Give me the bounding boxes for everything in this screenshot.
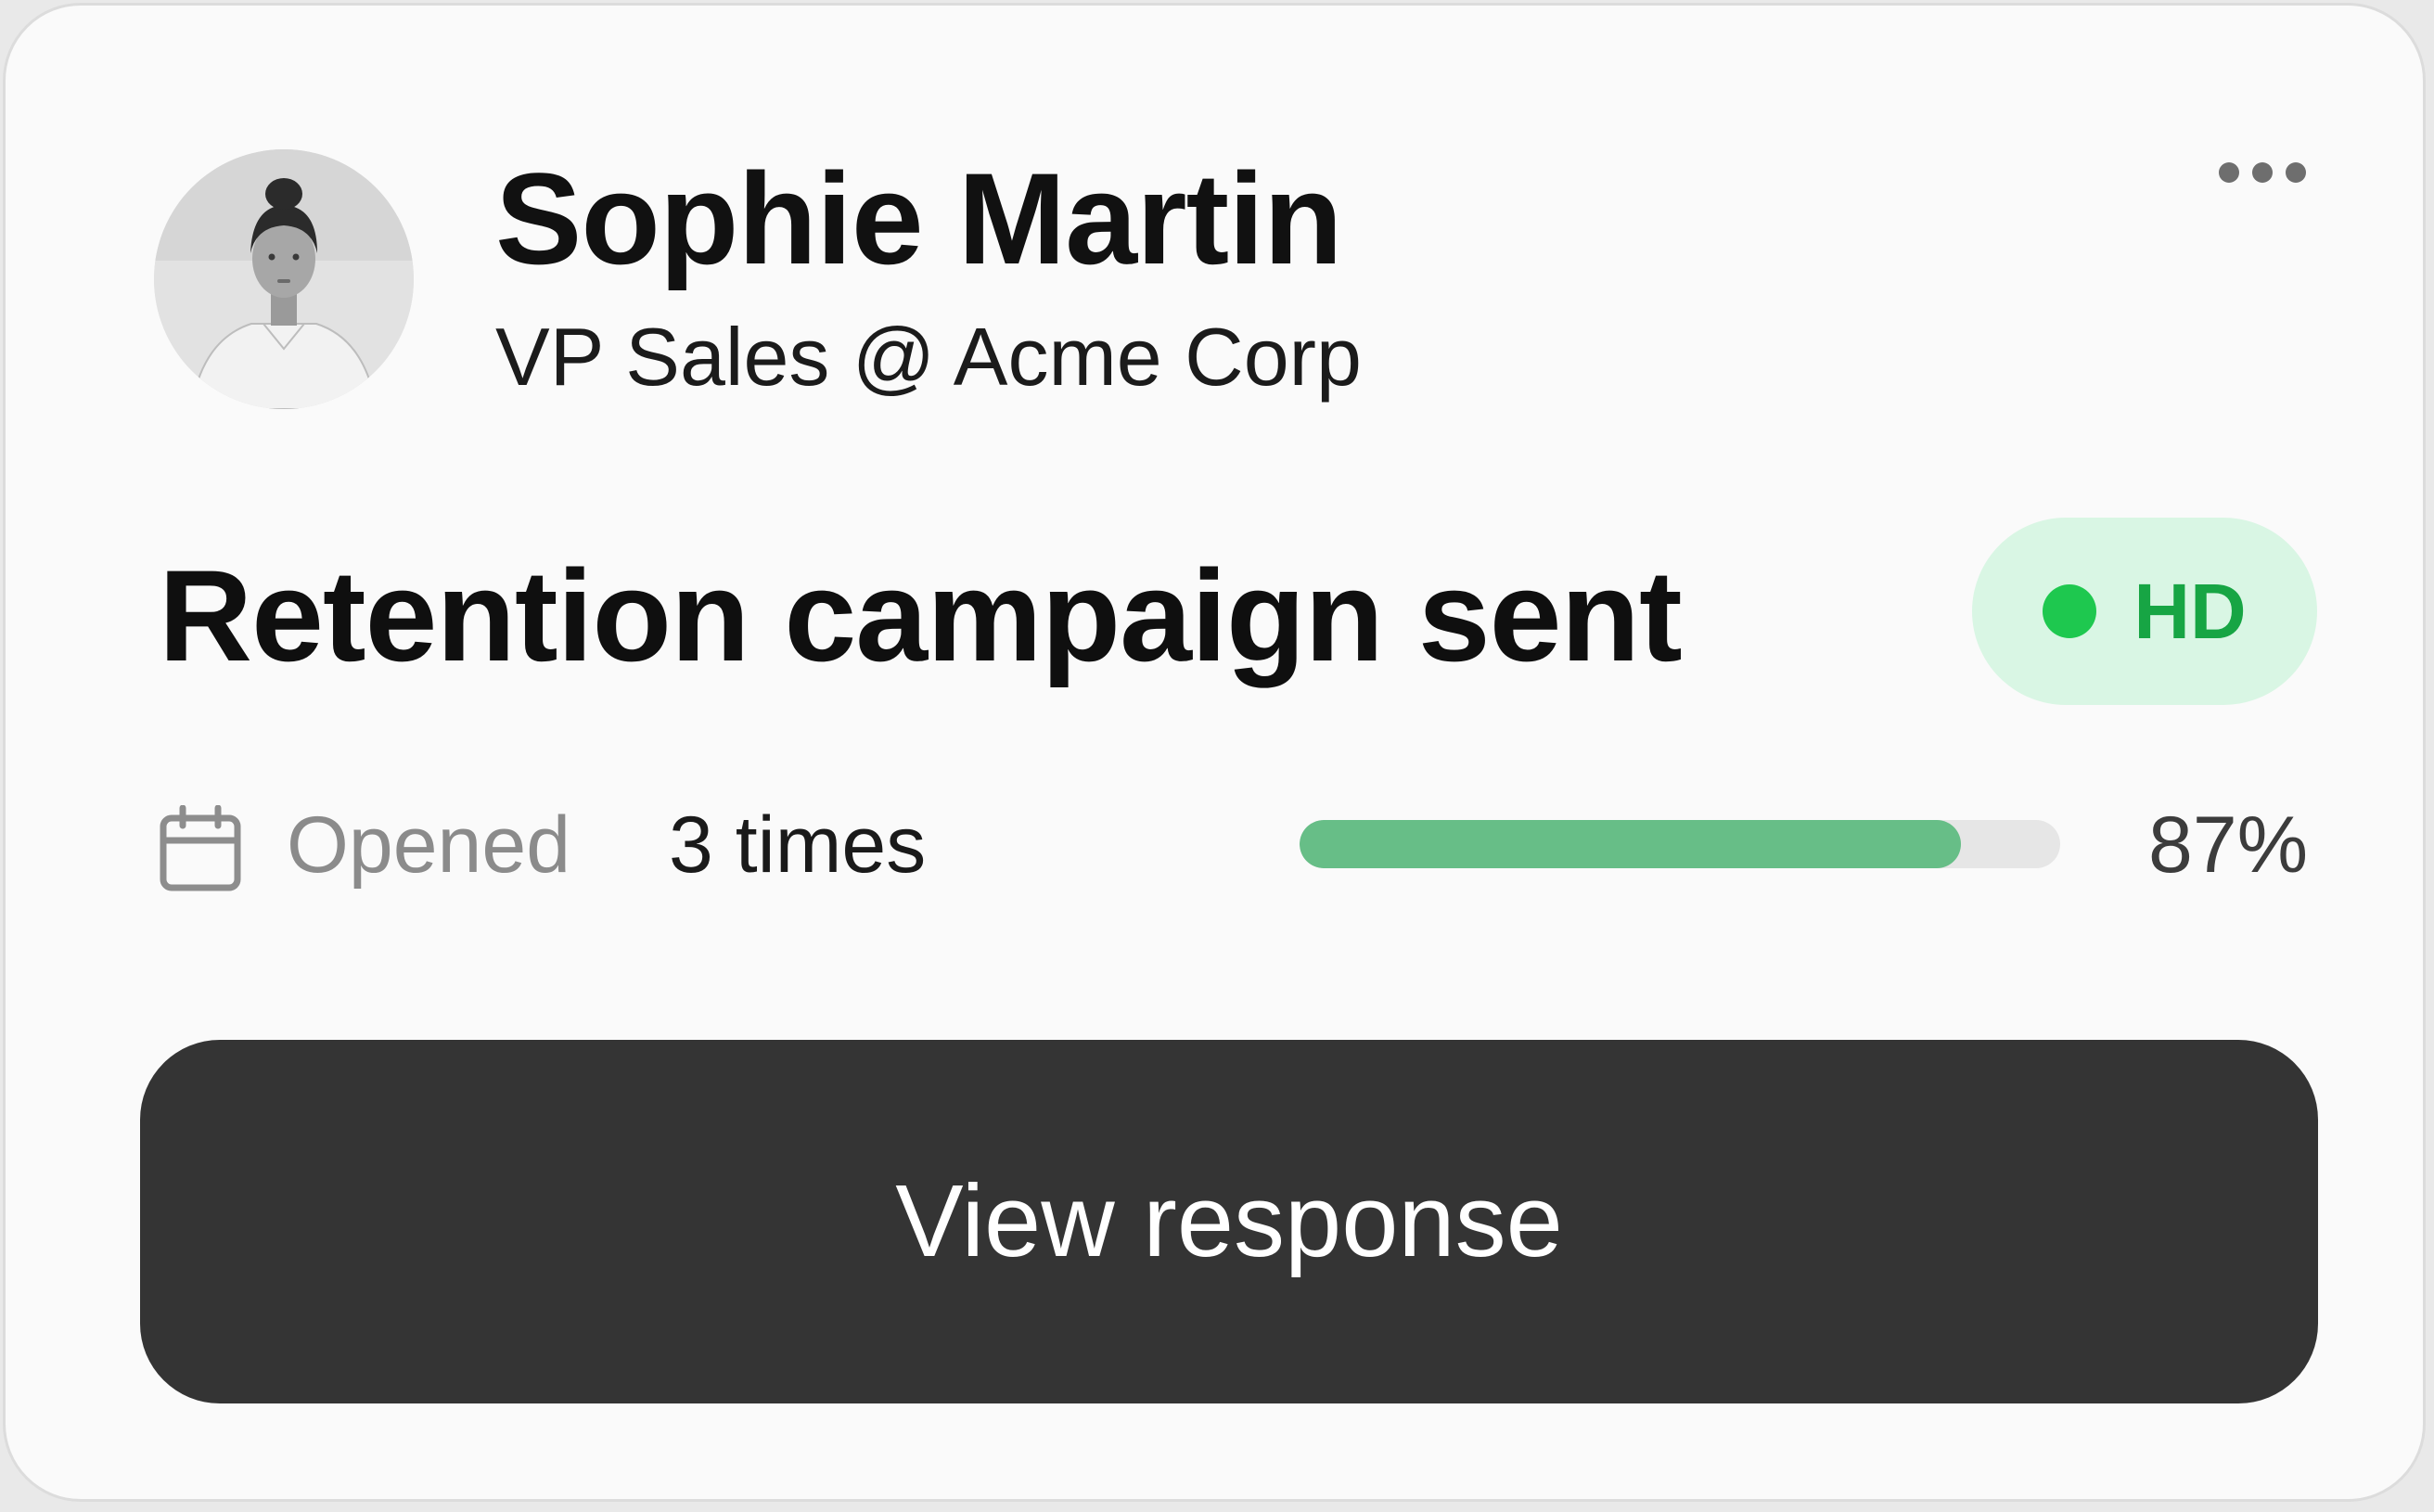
view-response-label: View response (895, 1164, 1563, 1278)
more-horizontal-icon (2219, 162, 2239, 183)
opened-label: Opened (287, 801, 571, 890)
avatar (154, 149, 414, 409)
contact-card: Sophie Martin VP Sales @ Acme Corp Reten… (3, 3, 2426, 1502)
status-badge: HD (1972, 518, 2317, 705)
opened-count: 3 times (669, 801, 927, 890)
status-badge-label: HD (2133, 568, 2247, 655)
status-dot-icon (2043, 584, 2097, 638)
engagement-progress-fill (1300, 820, 1962, 868)
engagement-progress-bar (1300, 820, 2060, 868)
engagement-percent: 87% (2148, 801, 2309, 890)
calendar-icon (160, 805, 241, 891)
person-photo-icon (154, 149, 414, 409)
activity-headline: Retention campaign sent (159, 543, 1683, 688)
contact-role: VP Sales @ Acme Corp (495, 311, 1362, 403)
contact-name: Sophie Martin (495, 146, 1343, 291)
view-response-button[interactable]: View response (140, 1040, 2318, 1403)
more-options-button[interactable] (2193, 145, 2332, 200)
